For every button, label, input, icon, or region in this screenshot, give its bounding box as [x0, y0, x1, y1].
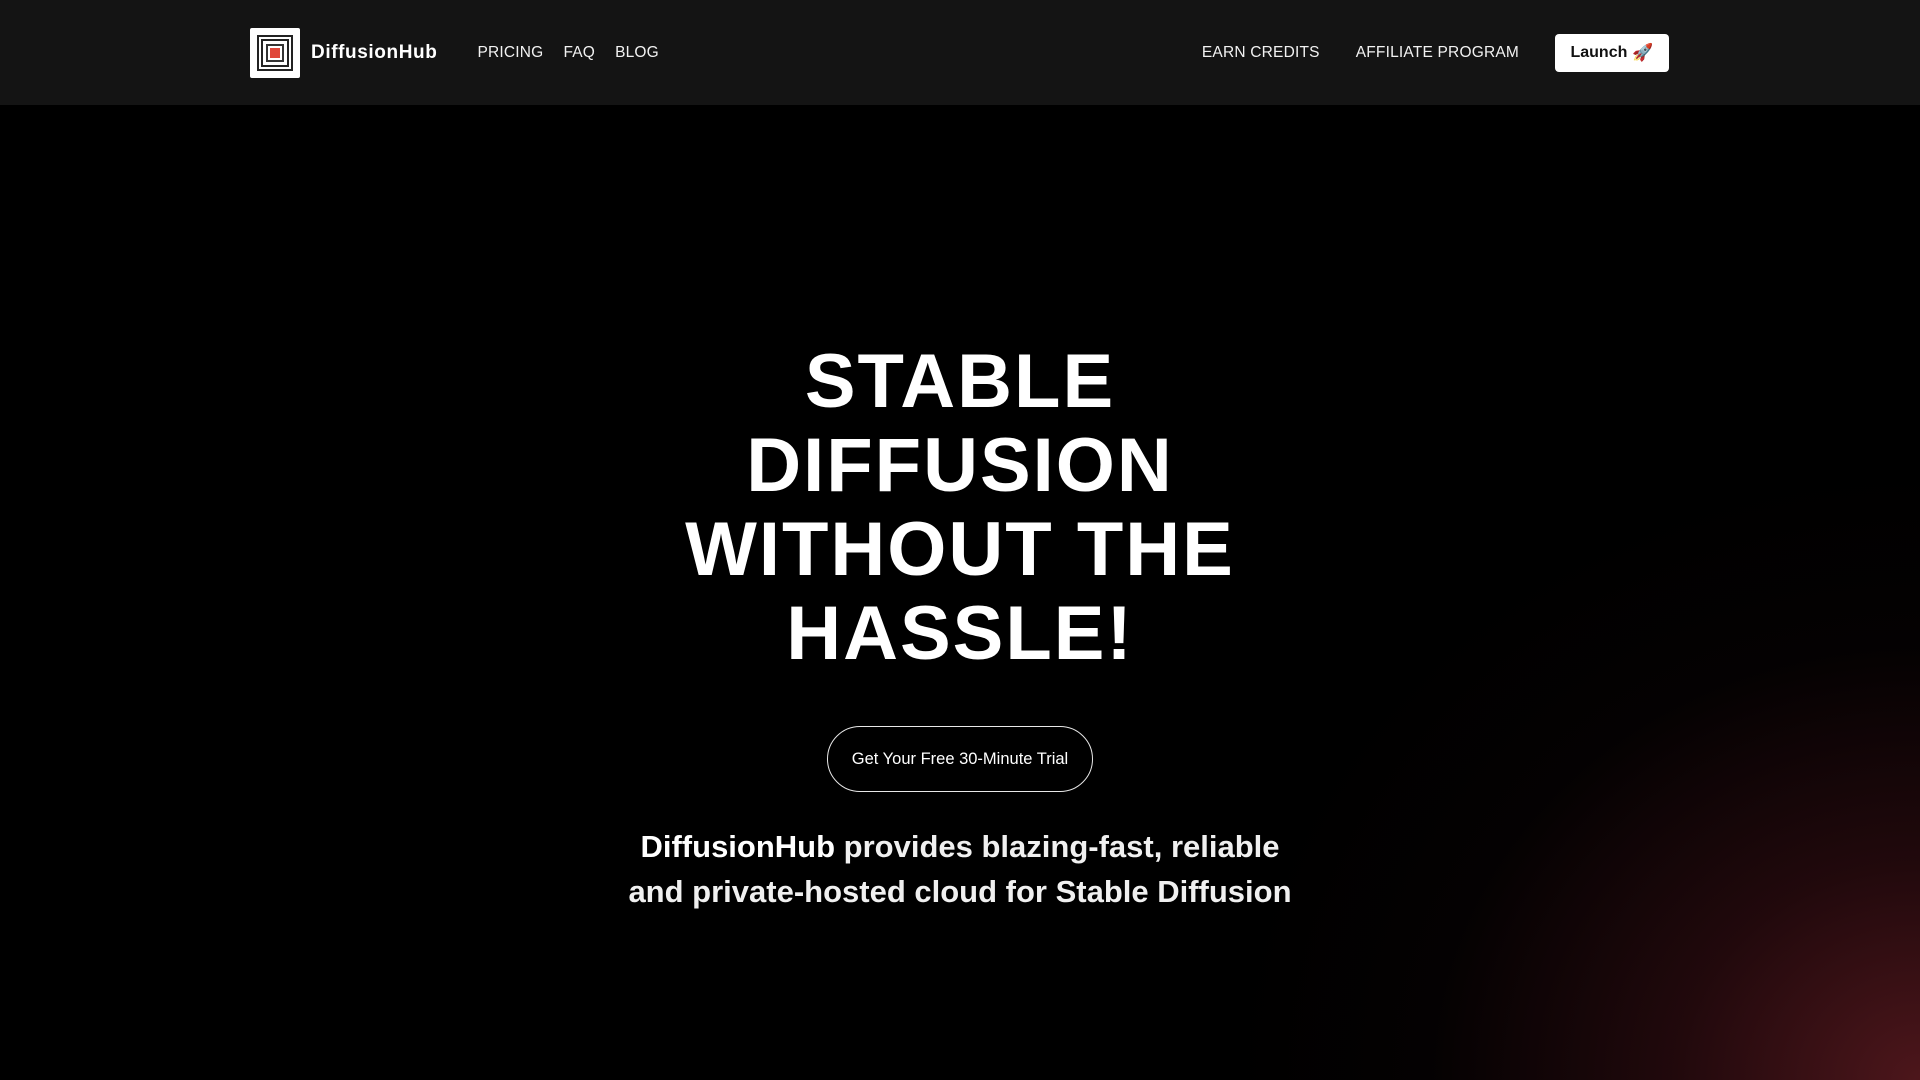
navbar-inner: DiffusionHub PRICING FAQ BLOG EARN CREDI…	[250, 0, 1669, 105]
top-navbar: DiffusionHub PRICING FAQ BLOG EARN CREDI…	[0, 0, 1920, 105]
rocket-icon: 🚀	[1632, 42, 1654, 62]
nav-link-faq[interactable]: FAQ	[563, 44, 595, 62]
hero-tagline: DiffusionHub provides blazing-fast, reli…	[610, 824, 1310, 914]
nav-link-blog[interactable]: BLOG	[615, 44, 659, 62]
secondary-nav: EARN CREDITS AFFILIATE PROGRAM Launch 🚀	[1202, 33, 1669, 72]
brand-name[interactable]: DiffusionHub	[311, 42, 437, 64]
tagline-brand: DiffusionHub	[640, 829, 836, 864]
primary-nav: PRICING FAQ BLOG	[477, 44, 678, 62]
hero-title: STABLE DIFFUSION WITHOUT THE HASSLE!	[685, 339, 1235, 676]
hero-section: STABLE DIFFUSION WITHOUT THE HASSLE! Get…	[0, 340, 1920, 914]
logo-icon[interactable]	[250, 27, 300, 78]
nav-link-pricing[interactable]: PRICING	[477, 44, 543, 62]
launch-button-label: Launch	[1570, 43, 1628, 61]
free-trial-button[interactable]: Get Your Free 30-Minute Trial	[827, 726, 1093, 792]
landing-page: DiffusionHub PRICING FAQ BLOG EARN CREDI…	[0, 0, 1920, 1080]
nav-link-earn-credits[interactable]: EARN CREDITS	[1202, 44, 1320, 62]
nav-link-affiliate-program[interactable]: AFFILIATE PROGRAM	[1356, 44, 1519, 62]
launch-button[interactable]: Launch 🚀	[1555, 33, 1669, 72]
brand[interactable]: DiffusionHub PRICING FAQ BLOG	[250, 27, 679, 78]
